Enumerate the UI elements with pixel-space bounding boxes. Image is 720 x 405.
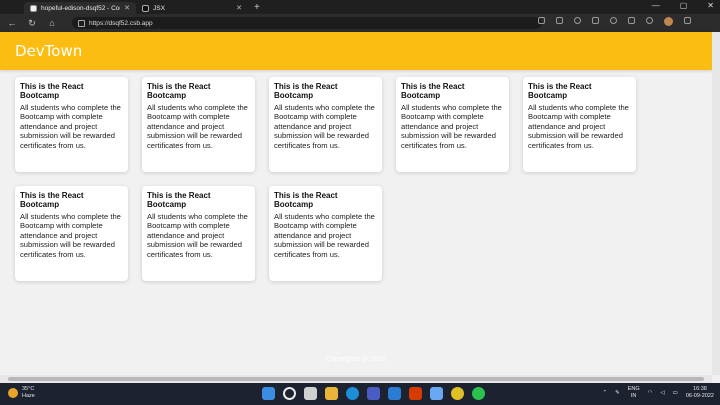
region-code: IN [630, 393, 637, 399]
tab-jsx[interactable]: JSX ✕ [136, 2, 248, 14]
horizontal-scrollbar-thumb[interactable] [8, 377, 704, 381]
close-tab-icon[interactable]: ✕ [124, 4, 130, 12]
language-indicator[interactable]: ENG IN [628, 386, 640, 400]
weather-desc: Haze [22, 393, 35, 399]
task-view-icon[interactable] [304, 387, 317, 400]
clock-date: 06-09-2022 [685, 393, 714, 399]
back-icon[interactable]: ← [4, 18, 20, 28]
chrome-icon[interactable] [451, 387, 464, 400]
office-icon[interactable] [409, 387, 422, 400]
photos-icon[interactable] [430, 387, 443, 400]
card: This is the React Bootcamp All students … [269, 77, 382, 172]
mail-icon[interactable] [388, 387, 401, 400]
card-body: All students who complete the Bootcamp w… [274, 212, 375, 259]
card-body: All students who complete the Bootcamp w… [274, 103, 375, 150]
file-explorer-icon[interactable] [325, 387, 338, 400]
card: This is the React Bootcamp All students … [15, 77, 128, 172]
pen-icon[interactable]: ✎ [615, 390, 620, 396]
card-title: This is the React Bootcamp [528, 82, 592, 100]
card: This is the React Bootcamp All students … [396, 77, 509, 172]
clock-time: 16:38 [693, 386, 707, 392]
wifi-icon[interactable]: ◠ [648, 390, 653, 396]
card: This is the React Bootcamp All students … [142, 186, 255, 281]
card: This is the React Bootcamp All students … [523, 77, 636, 172]
taskbar: 35°C Haze ⌃ ✎ ENG IN ◠ ◁ ▭ 16:38 06-09-2… [0, 383, 720, 405]
close-window-icon[interactable]: ✕ [707, 1, 714, 10]
new-tab-icon[interactable]: + [254, 2, 260, 14]
favorites-icon[interactable] [610, 17, 617, 24]
browser-tab-strip: hopeful-edison-dsqf52 - CodeSa ✕ JSX ✕ +… [0, 0, 720, 14]
maximize-icon[interactable]: ▢ [680, 1, 688, 10]
more-options-icon[interactable] [684, 17, 691, 24]
battery-icon[interactable]: ▭ [673, 390, 678, 396]
weather-temp: 35°C [22, 386, 35, 392]
address-bar[interactable]: https://dsqf52.csb.app [72, 17, 542, 29]
weather-widget[interactable]: 35°C Haze [8, 386, 35, 400]
card-title: This is the React Bootcamp [274, 82, 338, 100]
card-body: All students who complete the Bootcamp w… [20, 103, 121, 150]
horizontal-scrollbar[interactable] [0, 375, 712, 383]
clock[interactable]: 16:38 06-09-2022 [686, 386, 714, 400]
windows-start-icon[interactable] [262, 387, 275, 400]
close-tab-icon[interactable]: ✕ [236, 4, 242, 12]
favorite-icon[interactable] [574, 17, 581, 24]
minimize-icon[interactable]: — [652, 1, 660, 10]
store-icon[interactable] [367, 387, 380, 400]
footer-copyright: Copyrights @ 2022 [325, 356, 387, 363]
lock-icon [78, 19, 85, 27]
language-code: ENG [627, 386, 640, 392]
card-title: This is the React Bootcamp [274, 191, 338, 209]
card-body: All students who complete the Bootcamp w… [401, 103, 502, 150]
card: This is the React Bootcamp All students … [142, 77, 255, 172]
jsx-icon [142, 4, 149, 12]
extensions-icon[interactable] [646, 17, 653, 24]
app-viewport: DevTown This is the React Bootcamp All s… [0, 32, 712, 375]
tab-title: hopeful-edison-dsqf52 - CodeSa [41, 4, 120, 12]
card-title: This is the React Bootcamp [147, 191, 211, 209]
card-title: This is the React Bootcamp [147, 82, 211, 100]
card-body: All students who complete the Bootcamp w… [528, 103, 629, 150]
toolbar-icons [538, 17, 691, 26]
weather-icon [8, 388, 18, 398]
home-icon[interactable]: ⌂ [44, 18, 60, 28]
card-body: All students who complete the Bootcamp w… [147, 103, 248, 150]
whatsapp-icon[interactable] [472, 387, 485, 400]
edge-icon[interactable] [346, 387, 359, 400]
card: This is the React Bootcamp All students … [15, 186, 128, 281]
split-screen-icon[interactable] [592, 17, 599, 24]
collections-icon[interactable] [628, 17, 635, 24]
card: This is the React Bootcamp All students … [269, 186, 382, 281]
system-tray: ⌃ ✎ ENG IN ◠ ◁ ▭ 16:38 06-09-2022 [602, 386, 714, 400]
tab-title: JSX [153, 4, 165, 12]
refresh-icon[interactable]: ↻ [24, 18, 40, 29]
browser-toolbar: ← ↻ ⌂ https://dsqf52.csb.app [0, 14, 720, 32]
codesandbox-icon [30, 4, 37, 12]
card-title: This is the React Bootcamp [20, 82, 84, 100]
volume-icon[interactable]: ◁ [660, 390, 664, 396]
tab-codesandbox[interactable]: hopeful-edison-dsqf52 - CodeSa ✕ [24, 2, 136, 14]
chevron-up-icon[interactable]: ⌃ [602, 390, 607, 396]
window-controls: — ▢ ✕ [652, 1, 714, 10]
logo: DevTown [15, 42, 83, 60]
app-header: DevTown [0, 32, 712, 70]
card-title: This is the React Bootcamp [401, 82, 465, 100]
card-title: This is the React Bootcamp [20, 191, 84, 209]
card-grid: This is the React Bootcamp All students … [15, 77, 715, 281]
read-aloud-icon[interactable] [556, 17, 563, 24]
address-text: https://dsqf52.csb.app [89, 19, 153, 27]
app-available-icon[interactable] [538, 17, 545, 24]
card-body: All students who complete the Bootcamp w… [20, 212, 121, 259]
search-icon[interactable] [283, 387, 296, 400]
taskbar-apps [262, 387, 485, 400]
card-body: All students who complete the Bootcamp w… [147, 212, 248, 259]
profile-avatar[interactable] [664, 17, 673, 26]
vertical-scrollbar[interactable] [712, 32, 720, 375]
